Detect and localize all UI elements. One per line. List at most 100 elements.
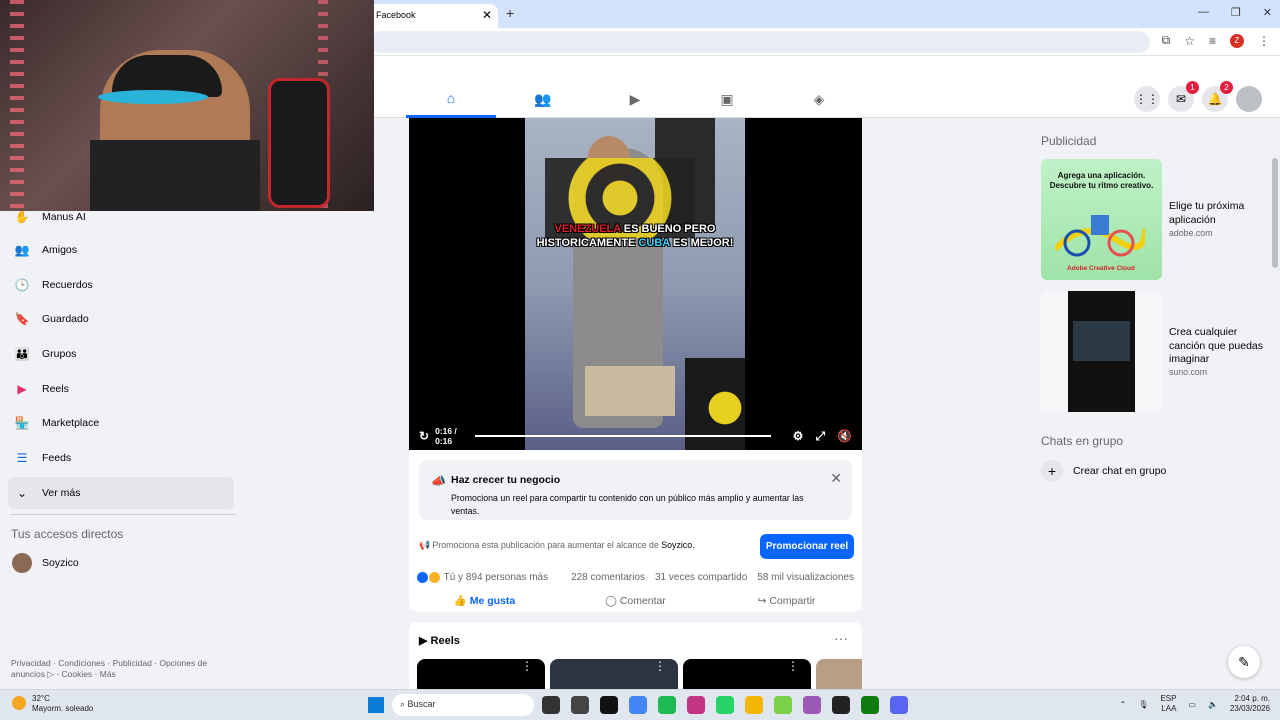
menu-grid-button[interactable]: ⋮⋮	[1134, 86, 1160, 112]
xbox-icon[interactable]	[861, 696, 879, 714]
ads-title: Publicidad	[1041, 134, 1097, 148]
ad-domain: adobe.com	[1169, 228, 1213, 238]
nav-home-tab[interactable]: ⌂	[406, 80, 496, 118]
video-frame: VENEZUELA ES BUENO PERO HISTORICAMENTE C…	[525, 118, 745, 450]
sidebar-item-feeds[interactable]: ☰ Feeds	[8, 442, 234, 474]
media-controls-icon[interactable]: ≡	[1209, 34, 1216, 48]
nav-marketplace-tab[interactable]: ▣	[682, 80, 772, 118]
reel-thumbnail[interactable]: ⋮	[550, 659, 678, 692]
shares-count[interactable]: 31 veces compartido	[655, 572, 747, 583]
whatsapp-icon[interactable]	[716, 696, 734, 714]
ad-title: Elige tu próxima aplicación	[1169, 200, 1245, 226]
new-tab-button[interactable]: +	[506, 5, 514, 21]
caption-text: ES MEJOR!	[669, 237, 734, 249]
nav-video-tab[interactable]: ▶	[590, 80, 680, 118]
network-icon[interactable]: ▭	[1188, 700, 1196, 709]
post-stats: Tú y 894 personas más 228 comentarios 31…	[417, 572, 854, 583]
spotify-icon[interactable]	[658, 696, 676, 714]
messenger-button[interactable]: ✉ 1	[1168, 81, 1199, 112]
bookmark-star-icon[interactable]: ☆	[1184, 34, 1195, 48]
windows-start-icon[interactable]	[368, 697, 384, 713]
ad-image	[1041, 291, 1162, 412]
like-label: Me gusta	[469, 595, 516, 607]
reel-thumbnail[interactable]: ⋮	[683, 659, 811, 692]
clock[interactable]: 2:04 p. m. 23/03/2026	[1230, 694, 1270, 714]
notifications-button[interactable]: 🔔 2	[1202, 81, 1233, 112]
launcher-icon[interactable]	[803, 696, 821, 714]
file-explorer-icon[interactable]	[745, 696, 763, 714]
close-icon[interactable]: ✕	[830, 470, 842, 487]
game-app-icon[interactable]	[774, 696, 792, 714]
sidebar-item-recuerdos[interactable]: 🕒 Recuerdos	[8, 269, 234, 301]
reel-video-player[interactable]: VENEZUELA ES BUENO PERO HISTORICAMENTE C…	[409, 118, 862, 450]
comment-button[interactable]: ◯ Comentar	[560, 590, 711, 612]
shortcut-label: Soyzico	[42, 557, 79, 569]
more-options-button[interactable]: ···	[834, 630, 848, 646]
ad-suno[interactable]: Crea cualquier canción que puedas imagin…	[1041, 291, 1265, 413]
tab-close-button[interactable]: ✕	[482, 8, 492, 22]
video-progress-bar[interactable]	[474, 435, 771, 437]
sidebar-item-amigos[interactable]: 👥 Amigos	[8, 234, 234, 266]
text-app-icon[interactable]	[687, 696, 705, 714]
ad-adobe[interactable]: Agrega una aplicación. Descubre tu ritmo…	[1041, 159, 1265, 281]
sidebar-item-grupos[interactable]: 👪 Grupos	[8, 338, 234, 370]
clock-time: 2:04 p. m.	[1234, 694, 1270, 703]
ad-domain: suno.com	[1169, 367, 1208, 377]
profile-avatar[interactable]: Z	[1230, 33, 1244, 48]
sidebar-item-marketplace[interactable]: 🏪 Marketplace	[8, 407, 234, 439]
caption-text: ES BUENO PERO	[620, 223, 716, 235]
toolbar-icons: ⧉ ☆ ≡ Z ⋮	[1162, 33, 1270, 48]
language-indicator[interactable]: ESP LAA	[1160, 694, 1176, 714]
settings-gear-icon[interactable]: ⚙	[793, 429, 804, 444]
microphone-icon[interactable]: 🎙	[1138, 700, 1148, 709]
windows-taskbar: 32°C Mayorm. soleado ⌕ Buscar ⌃ 🎙 ESP LA…	[0, 689, 1280, 720]
replay-icon[interactable]: ↻	[419, 429, 429, 443]
install-app-icon[interactable]: ⧉	[1162, 33, 1171, 48]
language-layout: LAA	[1161, 704, 1177, 713]
sidebar-item-ver-mas[interactable]: ⌄ Ver más	[8, 477, 234, 509]
promote-reel-button[interactable]: Promocionar reel	[760, 534, 854, 559]
footer-links[interactable]: Privacidad · Condiciones · Publicidad · …	[11, 658, 231, 680]
create-group-chat-button[interactable]: + Crear chat en grupo	[1041, 460, 1166, 482]
boost-description: Promociona esta publicación para aumenta…	[432, 540, 662, 550]
new-message-button[interactable]: ✎	[1228, 646, 1260, 678]
scrollbar[interactable]	[1272, 158, 1278, 268]
messenger-icon: ✉	[1175, 92, 1187, 106]
mute-icon[interactable]: 🔇	[837, 429, 852, 444]
restore-button[interactable]: ❐	[1231, 6, 1241, 19]
chevron-up-icon[interactable]: ⌃	[1120, 700, 1127, 709]
browser-tab-facebook[interactable]: Facebook ✕	[368, 4, 498, 28]
discord-icon[interactable]	[890, 696, 908, 714]
obs-icon[interactable]	[571, 696, 589, 714]
chevron-down-icon: ⌄	[12, 483, 32, 503]
bell-icon: 🔔	[1207, 92, 1223, 106]
sidebar-divider	[10, 514, 236, 515]
volume-icon[interactable]: 🔈	[1208, 700, 1218, 709]
account-avatar[interactable]	[1236, 86, 1262, 112]
nav-gaming-tab[interactable]: ◈	[774, 80, 864, 118]
address-bar[interactable]	[370, 31, 1150, 53]
fullscreen-icon[interactable]: ⤢	[815, 429, 825, 444]
capcut-icon[interactable]	[832, 696, 850, 714]
sidebar-item-reels[interactable]: ▶ Reels	[8, 373, 234, 405]
reactions-summary[interactable]: Tú y 894 personas más	[417, 572, 548, 583]
task-view-icon[interactable]	[542, 696, 560, 714]
share-button[interactable]: ↪ Compartir	[711, 590, 862, 612]
sidebar-item-label: Reels	[42, 383, 69, 395]
megaphone-outline-icon: 📢	[419, 540, 430, 550]
menu-kebab-icon[interactable]: ⋮	[1258, 34, 1270, 48]
caption-red-word: VENEZUELA	[554, 223, 621, 235]
like-button[interactable]: 👍 Me gusta	[409, 590, 560, 612]
nav-friends-tab[interactable]: 👥	[498, 80, 588, 118]
comments-count[interactable]: 228 comentarios	[571, 572, 645, 583]
weather-widget[interactable]: 32°C Mayorm. soleado	[12, 694, 93, 714]
shortcut-soyzico[interactable]: Soyzico	[8, 547, 234, 579]
minimize-button[interactable]: —	[1198, 6, 1209, 19]
taskbar-search[interactable]: ⌕ Buscar	[392, 694, 534, 716]
close-window-button[interactable]: ✕	[1263, 6, 1272, 19]
sidebar-item-guardado[interactable]: 🔖 Guardado	[8, 303, 234, 335]
chrome-icon[interactable]	[629, 696, 647, 714]
reel-thumbnail[interactable]	[816, 659, 862, 692]
reel-thumbnail[interactable]: ⋮	[417, 659, 545, 692]
tiktok-icon[interactable]	[600, 696, 618, 714]
